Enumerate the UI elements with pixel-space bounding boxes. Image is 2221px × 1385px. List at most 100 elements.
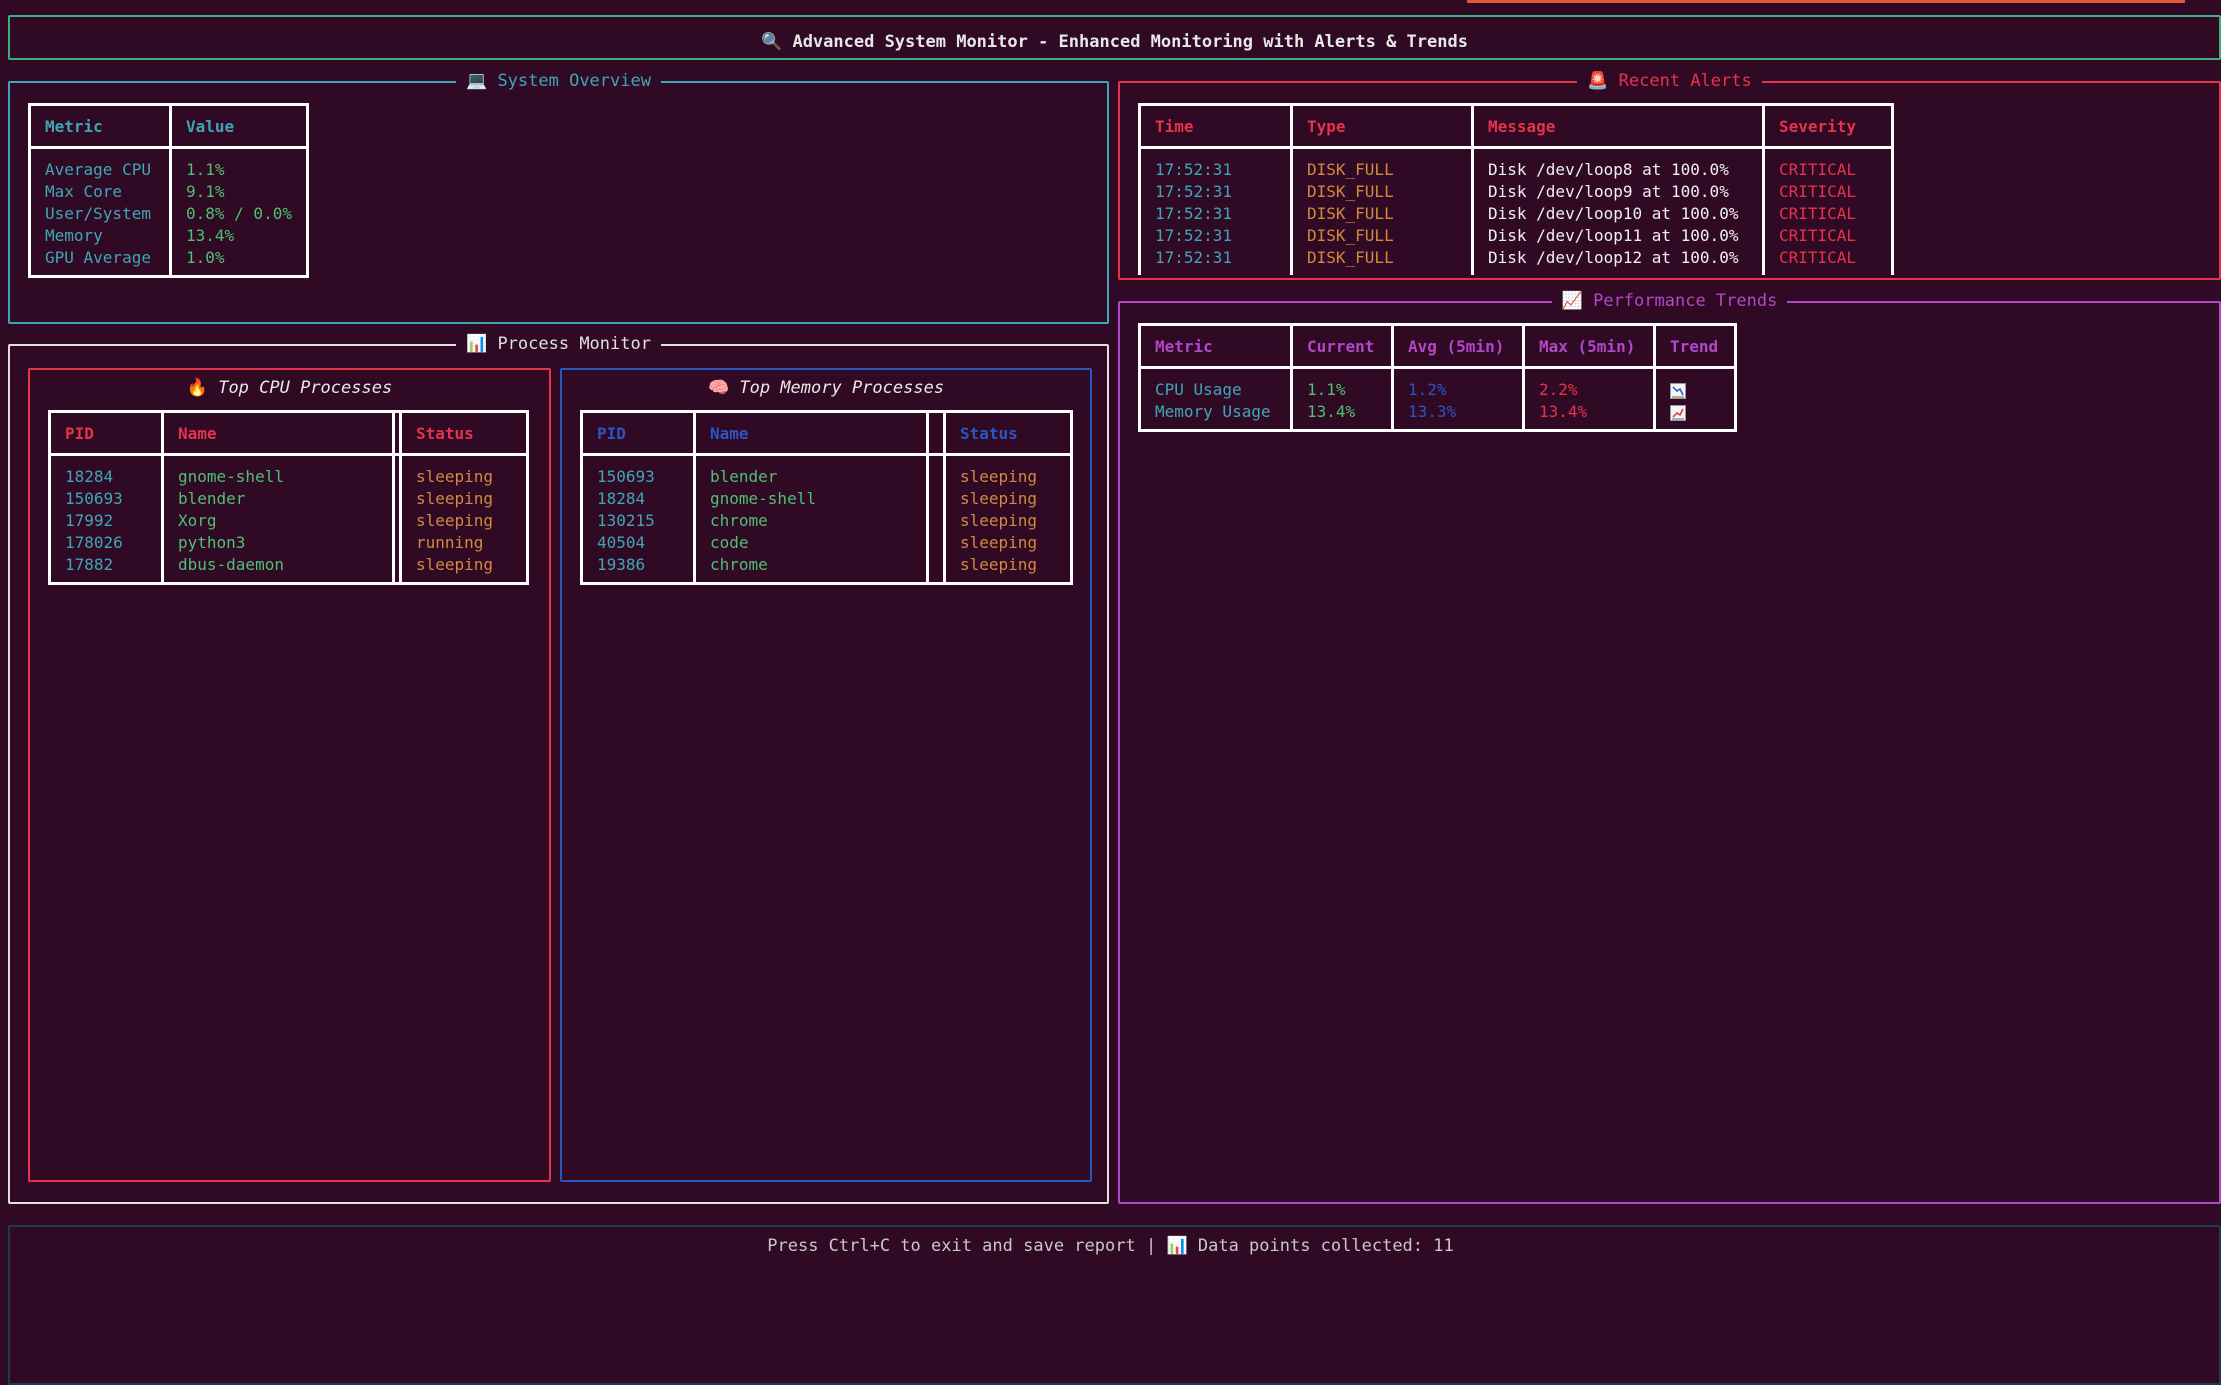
- chart-decreasing-icon: [1670, 382, 1686, 399]
- status-cell: sleeping: [943, 454, 1073, 488]
- value-cell: 9.1%: [169, 181, 309, 203]
- top-cpu-table: PID Name Status 18284 gnome-shell sleeping…: [48, 410, 529, 585]
- type-cell: DISK_FULL: [1290, 203, 1474, 225]
- spacer-cell: [392, 488, 402, 510]
- bar-chart-icon: 📊: [1166, 1236, 1188, 1256]
- performance-trends-title: 📈 Performance Trends: [1551, 291, 1788, 311]
- table-row: 18284 gnome-shell sleeping: [580, 488, 1073, 510]
- message-cell: Disk /dev/loop9 at 100.0%: [1471, 181, 1765, 203]
- col-message: Message: [1471, 103, 1765, 149]
- status-cell: sleeping: [399, 454, 529, 488]
- metric-cell: CPU Usage: [1138, 367, 1293, 401]
- message-cell: Disk /dev/loop12 at 100.0%: [1471, 247, 1765, 275]
- current-cell: 1.1%: [1290, 367, 1394, 401]
- current-cell: 13.4%: [1290, 401, 1394, 432]
- name-cell: gnome-shell: [161, 454, 395, 488]
- pid-cell: 19386: [580, 554, 696, 585]
- value-cell: 13.4%: [169, 225, 309, 247]
- metric-cell: Memory: [28, 225, 172, 247]
- footer-prefix: Press Ctrl+C to exit and save report |: [767, 1236, 1157, 1256]
- col-severity: Severity: [1762, 103, 1894, 149]
- pid-cell: 17992: [48, 510, 164, 532]
- process-monitor-panel: 📊 Process Monitor 🔥 Top CPU Processes PI…: [8, 334, 1109, 1204]
- system-overview-title: 💻 System Overview: [456, 71, 661, 91]
- status-cell: sleeping: [399, 554, 529, 585]
- table-row: 19386 chrome sleeping: [580, 554, 1073, 585]
- status-cell: running: [399, 532, 529, 554]
- col-spacer: [926, 410, 946, 456]
- status-cell: sleeping: [943, 510, 1073, 532]
- recent-alerts-title: 🚨 Recent Alerts: [1577, 71, 1762, 91]
- spacer-cell: [926, 454, 946, 488]
- message-cell: Disk /dev/loop10 at 100.0%: [1471, 203, 1765, 225]
- system-overview-table: Metric Value Average CPU 1.1% Max Core 9.1%…: [28, 103, 309, 278]
- severity-cell: CRITICAL: [1762, 181, 1894, 203]
- time-cell: 17:52:31: [1138, 247, 1293, 275]
- app-title: 🔍 Advanced System Monitor - Enhanced Mon…: [10, 32, 2219, 52]
- spacer-cell: [392, 454, 402, 488]
- table-row: 17:52:31 DISK_FULL Disk /dev/loop12 at 100…: [1138, 247, 1894, 275]
- severity-cell: CRITICAL: [1762, 203, 1894, 225]
- trends-table: Metric Current Avg (5min) Max (5min) Tre…: [1138, 323, 1737, 432]
- col-name: Name: [693, 410, 929, 456]
- pid-cell: 17882: [48, 554, 164, 585]
- fire-icon: 🔥: [186, 378, 208, 398]
- top-cpu-title: 🔥 Top CPU Processes: [186, 378, 393, 398]
- col-pid: PID: [580, 410, 696, 456]
- table-row: 17:52:31 DISK_FULL Disk /dev/loop8 at 100.…: [1138, 147, 1894, 181]
- spacer-cell: [392, 532, 402, 554]
- recent-alerts-panel: 🚨 Recent Alerts Time Type Message Severi…: [1118, 71, 2221, 280]
- spacer-cell: [392, 554, 402, 585]
- table-row: 17:52:31 DISK_FULL Disk /dev/loop10 at 100…: [1138, 203, 1894, 225]
- process-monitor-title: 📊 Process Monitor: [456, 334, 661, 354]
- metric-cell: Average CPU: [28, 147, 172, 181]
- top-progress-line: [1467, 0, 2185, 3]
- metric-cell: Memory Usage: [1138, 401, 1293, 432]
- top-memory-panel: 🧠 Top Memory Processes PID Name Status 1…: [560, 368, 1092, 1182]
- system-overview-panel: 💻 System Overview Metric Value Average C…: [8, 71, 1109, 324]
- spacer-cell: [392, 510, 402, 532]
- metric-cell: GPU Average: [28, 247, 172, 278]
- value-cell: 0.8% / 0.0%: [169, 203, 309, 225]
- col-time: Time: [1138, 103, 1293, 149]
- col-avg: Avg (5min): [1391, 323, 1525, 369]
- spacer-cell: [926, 554, 946, 585]
- name-cell: blender: [693, 454, 929, 488]
- pid-cell: 40504: [580, 532, 696, 554]
- severity-cell: CRITICAL: [1762, 247, 1894, 275]
- max-cell: 2.2%: [1522, 367, 1656, 401]
- col-spacer: [392, 410, 402, 456]
- type-cell: DISK_FULL: [1290, 247, 1474, 275]
- time-cell: 17:52:31: [1138, 203, 1293, 225]
- col-type: Type: [1290, 103, 1474, 149]
- top-cpu-panel: 🔥 Top CPU Processes PID Name Status 1828…: [28, 368, 551, 1182]
- col-pid: PID: [48, 410, 164, 456]
- status-cell: sleeping: [943, 532, 1073, 554]
- severity-cell: CRITICAL: [1762, 225, 1894, 247]
- metric-cell: User/System: [28, 203, 172, 225]
- spacer-cell: [926, 532, 946, 554]
- col-metric: Metric: [28, 103, 172, 149]
- message-cell: Disk /dev/loop8 at 100.0%: [1471, 147, 1765, 181]
- table-row: CPU Usage 1.1% 1.2% 2.2%: [1138, 367, 1737, 401]
- footer-data-points: Data points collected: 11: [1197, 1236, 1454, 1256]
- pid-cell: 18284: [48, 454, 164, 488]
- spacer-cell: [926, 510, 946, 532]
- col-metric: Metric: [1138, 323, 1293, 369]
- name-cell: Xorg: [161, 510, 395, 532]
- table-row: 17:52:31 DISK_FULL Disk /dev/loop11 at 100…: [1138, 225, 1894, 247]
- bar-chart-icon: 📊: [466, 334, 488, 354]
- time-cell: 17:52:31: [1138, 225, 1293, 247]
- severity-cell: CRITICAL: [1762, 147, 1894, 181]
- col-trend: Trend: [1653, 323, 1737, 369]
- type-cell: DISK_FULL: [1290, 147, 1474, 181]
- type-cell: DISK_FULL: [1290, 181, 1474, 203]
- name-cell: chrome: [693, 554, 929, 585]
- status-cell: sleeping: [943, 488, 1073, 510]
- trend-cell: [1653, 367, 1737, 401]
- chart-increasing-icon: 📈: [1561, 291, 1583, 311]
- table-row: Memory 13.4%: [28, 225, 309, 247]
- table-row: 150693 blender sleeping: [48, 488, 529, 510]
- value-cell: 1.1%: [169, 147, 309, 181]
- chart-increasing-icon: [1670, 404, 1686, 421]
